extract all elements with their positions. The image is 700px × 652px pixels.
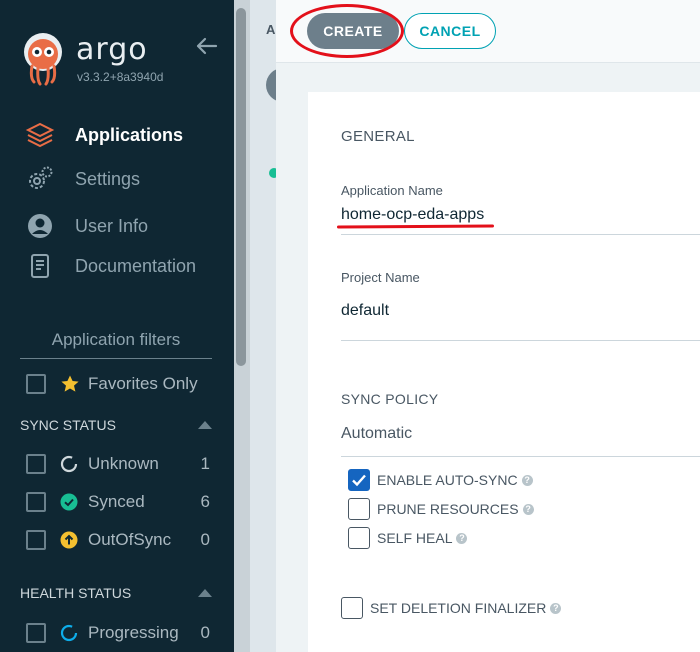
filter-count: 0 [200,623,210,642]
chevron-up-icon[interactable] [198,421,212,429]
prune-resources-checkbox[interactable] [348,498,370,520]
help-icon[interactable]: ? [521,474,533,486]
sync-policy-section-title: SYNC POLICY [341,391,439,407]
nav-label: Applications [75,124,184,145]
filter-count: 1 [200,454,210,473]
project-name-label: Project Name [341,270,420,285]
nav-label: User Info [75,215,149,236]
filter-label: OutOfSync [88,530,172,549]
outofsync-arrow-icon [60,531,78,549]
project-name-underline [341,340,700,341]
scrollbar-thumb[interactable] [236,8,246,366]
nav-documentation[interactable]: Documentation [24,251,196,281]
filters-title: Application filters [20,330,212,359]
filter-checkbox[interactable] [26,454,46,474]
progressing-spinner-icon [60,624,78,642]
help-icon[interactable]: ? [522,503,534,515]
section-title: SYNC STATUS [20,417,116,433]
app-name-input[interactable]: home-ocp-eda-apps [341,206,484,224]
option-label: PRUNE RESOURCES [377,501,519,517]
self-heal-checkbox[interactable] [348,527,370,549]
health-status-header[interactable]: HEALTH STATUS [20,585,212,601]
nav-user-info[interactable]: User Info [24,211,148,241]
annotation-circle [290,4,404,58]
filter-count: 0 [200,530,210,549]
chevron-up-icon[interactable] [198,589,212,597]
version-text: v3.3.2+8a3940d [77,70,164,84]
prune-resources-option[interactable]: PRUNE RESOURCES ? [348,498,534,520]
help-icon[interactable]: ? [456,532,468,544]
argo-logo-icon[interactable] [20,30,66,86]
app-name-label: Application Name [341,183,443,198]
favorites-checkbox[interactable] [26,374,46,394]
favorites-label: Favorites Only [88,374,198,393]
collapse-arrow-icon[interactable] [194,36,218,56]
form-card [308,92,700,652]
filter-checkbox[interactable] [26,623,46,643]
option-label: SET DELETION FINALIZER [370,600,547,616]
filter-label: Progressing [88,623,179,642]
enable-auto-sync-checkbox[interactable] [348,469,370,491]
filter-count: 6 [200,492,210,511]
deletion-finalizer-option[interactable]: SET DELETION FINALIZER ? [341,597,562,619]
nav-applications[interactable]: Applications [24,120,183,150]
unknown-status-icon [60,455,78,473]
filter-synced[interactable]: Synced 6 [26,490,210,514]
enable-auto-sync-option[interactable]: ENABLE AUTO-SYNC ? [348,469,533,491]
user-circle-icon [24,212,56,240]
filter-checkbox[interactable] [26,492,46,512]
brand-name: argo [76,32,148,67]
gears-icon [24,165,56,193]
option-label: ENABLE AUTO-SYNC [377,472,518,488]
checkmark-icon [352,474,366,487]
nav-settings[interactable]: Settings [24,164,140,194]
synced-check-icon [60,493,78,511]
star-icon [61,375,79,392]
filter-label: Unknown [88,454,159,473]
deletion-finalizer-checkbox[interactable] [341,597,363,619]
app-name-underline [341,234,700,235]
filter-checkbox[interactable] [26,530,46,550]
background-header-letter: A [266,22,276,37]
help-icon[interactable]: ? [550,602,562,614]
self-heal-option[interactable]: SELF HEAL ? [348,527,468,549]
sync-policy-select[interactable]: Automatic [341,425,412,443]
filter-outofsync[interactable]: OutOfSync 0 [26,528,210,552]
sync-policy-underline [341,456,700,457]
section-title: HEALTH STATUS [20,585,132,601]
nav-label: Documentation [75,255,197,276]
cancel-button[interactable]: CANCEL [404,13,496,49]
sidebar: argo v3.3.2+8a3940d Applications Setting… [0,0,234,652]
general-section-title: GENERAL [341,128,415,145]
filter-progressing[interactable]: Progressing 0 [26,621,210,645]
filter-unknown[interactable]: Unknown 1 [26,452,210,476]
book-icon [24,252,56,280]
filter-label: Synced [88,492,145,511]
favorites-filter[interactable]: Favorites Only [26,372,198,396]
option-label: SELF HEAL [377,530,453,546]
nav-label: Settings [75,168,141,189]
project-name-input[interactable]: default [341,302,389,320]
sync-status-header[interactable]: SYNC STATUS [20,417,212,433]
layers-icon [24,121,56,149]
